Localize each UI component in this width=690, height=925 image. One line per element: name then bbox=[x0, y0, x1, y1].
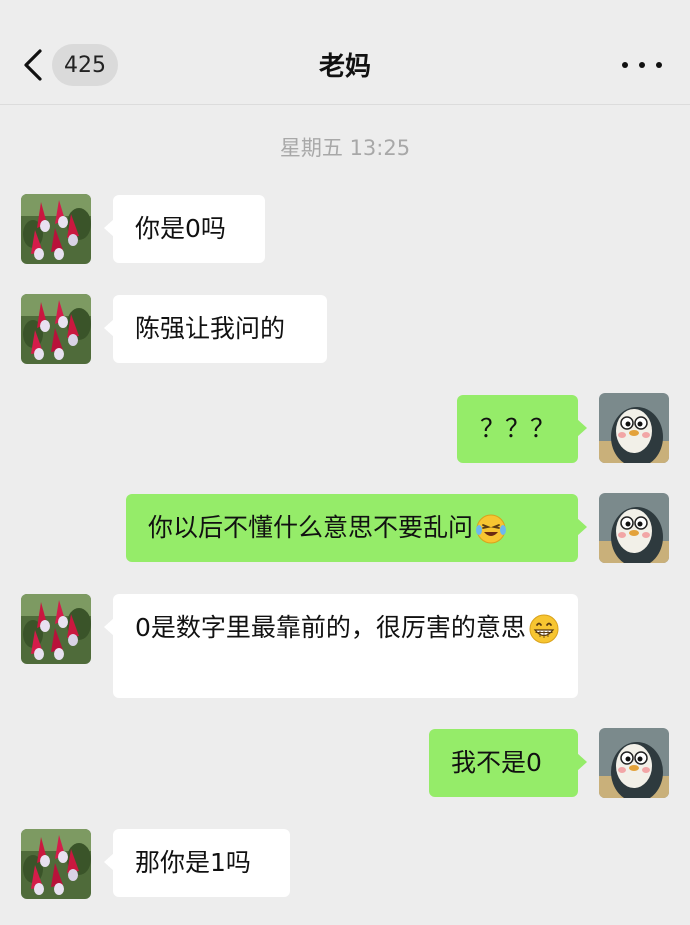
dot bbox=[656, 62, 662, 68]
contact-avatar[interactable] bbox=[21, 294, 91, 364]
contact-avatar[interactable] bbox=[21, 594, 91, 664]
incoming-message-bubble[interactable]: 你是0吗 bbox=[104, 195, 265, 263]
self-avatar[interactable] bbox=[599, 493, 669, 563]
grinning-emoji bbox=[528, 613, 560, 645]
dot bbox=[622, 62, 628, 68]
message-text: 0是数字里最靠前的，很厉害的意思 bbox=[135, 613, 526, 642]
message-text: 你以后不懂什么意思不要乱问 bbox=[148, 513, 474, 542]
contact-avatar[interactable] bbox=[21, 194, 91, 264]
dot bbox=[639, 62, 645, 68]
message-text: ？？？ bbox=[479, 414, 555, 443]
message-timestamp: 星期五 13:25 bbox=[279, 136, 411, 160]
self-avatar[interactable] bbox=[599, 728, 669, 798]
message-text: 陈强让我问的 bbox=[135, 314, 286, 343]
incoming-message-bubble[interactable]: 那你是1吗 bbox=[104, 829, 290, 897]
laughing-crying-emoji bbox=[475, 513, 507, 545]
outgoing-message-bubble[interactable]: 你以后不懂什么意思不要乱问 bbox=[126, 494, 587, 562]
message-text: 那你是1吗 bbox=[135, 848, 251, 877]
message-text: 我不是0 bbox=[451, 748, 542, 777]
chat-header: 425 老妈 bbox=[0, 0, 690, 105]
chat-title: 老妈 bbox=[318, 52, 371, 82]
incoming-message-bubble[interactable]: 0是数字里最靠前的，很厉害的意思 bbox=[104, 594, 578, 698]
outgoing-message-bubble[interactable]: ？？？ bbox=[457, 395, 587, 463]
incoming-message-bubble[interactable]: 陈强让我问的 bbox=[104, 295, 327, 363]
contact-avatar[interactable] bbox=[21, 829, 91, 899]
self-avatar[interactable] bbox=[599, 393, 669, 463]
more-dots-icon[interactable] bbox=[622, 50, 662, 80]
outgoing-message-bubble[interactable]: 我不是0 bbox=[429, 729, 587, 797]
message-text: 你是0吗 bbox=[135, 214, 226, 243]
